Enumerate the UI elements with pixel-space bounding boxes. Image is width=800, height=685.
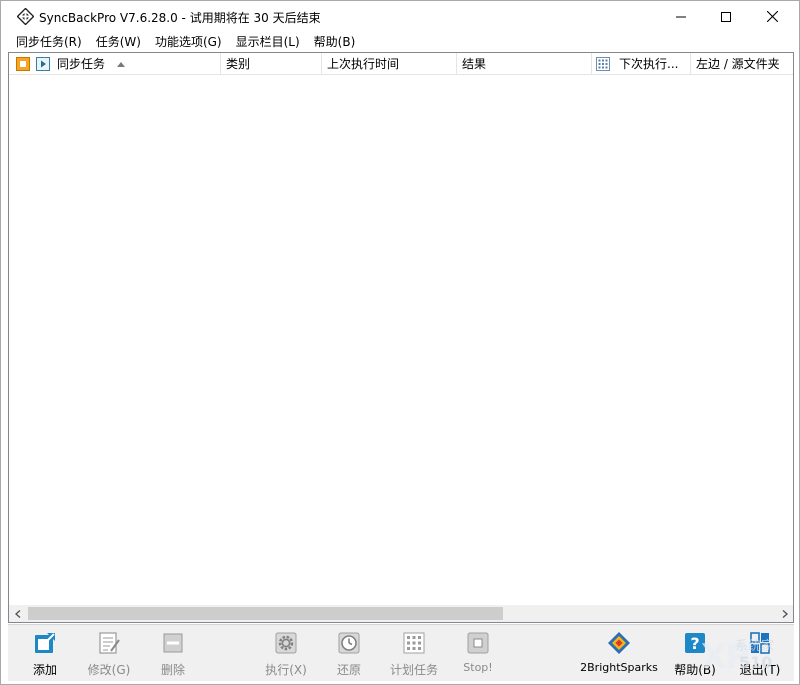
run-label: 执行(X) bbox=[265, 663, 307, 677]
brightsparks-label: 2BrightSparks bbox=[580, 661, 658, 674]
column-result-label: 结果 bbox=[462, 57, 487, 71]
help-button[interactable]: ? 帮助(B) bbox=[673, 629, 717, 679]
column-header-type[interactable]: 类别 bbox=[221, 53, 322, 75]
add-label: 添加 bbox=[32, 663, 57, 677]
column-header-source[interactable]: 左边 / 源文件夹 bbox=[691, 53, 793, 75]
menu-sync-profile[interactable]: 同步任务(R) bbox=[9, 32, 89, 52]
play-icon bbox=[36, 57, 50, 71]
run-button[interactable]: 执行(X) bbox=[263, 629, 309, 679]
menu-options[interactable]: 功能选项(G) bbox=[148, 32, 229, 52]
menu-help[interactable]: 帮助(B) bbox=[307, 32, 363, 52]
delete-label: 删除 bbox=[160, 663, 185, 677]
minimize-icon bbox=[676, 16, 686, 17]
restore-clock-icon bbox=[338, 632, 360, 654]
column-header-last-run[interactable]: 上次执行时间 bbox=[322, 53, 457, 75]
scroll-right-button[interactable] bbox=[776, 605, 793, 622]
column-header-profile[interactable]: 同步任务 bbox=[9, 53, 221, 75]
column-header-result[interactable]: 结果 bbox=[457, 53, 592, 75]
column-source-label: 左边 / 源文件夹 bbox=[696, 57, 780, 71]
add-icon bbox=[35, 633, 55, 653]
bottom-toolbar: 添加 修改(G) 删除 执行(X) 还原 计划任务 Stop! 2BrightS… bbox=[8, 624, 794, 681]
close-button[interactable] bbox=[749, 1, 795, 32]
help-icon: ? bbox=[685, 633, 705, 653]
maximize-button[interactable] bbox=[703, 1, 749, 32]
scroll-thumb[interactable] bbox=[28, 607, 503, 620]
help-label: 帮助(B) bbox=[674, 663, 716, 677]
menu-bar: 同步任务(R) 任务(W) 功能选项(G) 显示栏目(L) 帮助(B) bbox=[1, 32, 799, 52]
restore-label: 还原 bbox=[336, 663, 361, 677]
exit-icon bbox=[750, 632, 770, 654]
modify-label: 修改(G) bbox=[87, 663, 131, 677]
list-body[interactable] bbox=[9, 75, 793, 605]
column-type-label: 类别 bbox=[226, 57, 251, 71]
schedule-label: 计划任务 bbox=[389, 663, 438, 677]
stop-icon bbox=[467, 632, 489, 654]
schedule-button[interactable]: 计划任务 bbox=[386, 629, 442, 679]
orange-stop-icon bbox=[16, 57, 30, 71]
minimize-button[interactable] bbox=[658, 1, 704, 32]
delete-button[interactable]: 删除 bbox=[158, 629, 188, 679]
syncback-logo-icon bbox=[17, 8, 34, 25]
add-button[interactable]: 添加 bbox=[28, 629, 62, 679]
gear-icon bbox=[275, 632, 297, 654]
profile-list[interactable]: 同步任务 类别 上次执行时间 结果 下次执行... 左边 / 源文件夹 bbox=[8, 52, 794, 623]
column-next-run-label: 下次执行... bbox=[619, 57, 679, 71]
app-window: SyncBackPro V7.6.28.0 - 试用期将在 30 天后结束 同步… bbox=[0, 0, 800, 685]
delete-icon bbox=[163, 633, 183, 653]
brightsparks-button[interactable]: 2BrightSparks bbox=[579, 629, 659, 679]
maximize-icon bbox=[721, 11, 731, 22]
modify-button[interactable]: 修改(G) bbox=[86, 629, 132, 679]
title-bar[interactable]: SyncBackPro V7.6.28.0 - 试用期将在 30 天后结束 bbox=[1, 1, 799, 32]
chevron-left-icon bbox=[14, 609, 20, 618]
stop-button[interactable]: Stop! bbox=[461, 629, 495, 679]
svg-text:?: ? bbox=[690, 634, 699, 653]
list-header: 同步任务 类别 上次执行时间 结果 下次执行... 左边 / 源文件夹 bbox=[9, 53, 793, 75]
schedule-grid-icon bbox=[596, 57, 610, 71]
column-profile-label: 同步任务 bbox=[57, 57, 106, 71]
calendar-grid-icon bbox=[403, 632, 425, 654]
column-header-next-run[interactable]: 下次执行... bbox=[592, 53, 691, 75]
sort-ascending-icon bbox=[117, 62, 125, 67]
scroll-left-button[interactable] bbox=[9, 605, 26, 622]
window-title: SyncBackPro V7.6.28.0 - 试用期将在 30 天后结束 bbox=[39, 11, 321, 25]
horizontal-scrollbar[interactable] bbox=[9, 605, 793, 622]
stop-label: Stop! bbox=[463, 661, 493, 674]
edit-list-icon bbox=[99, 632, 120, 654]
menu-columns[interactable]: 显示栏目(L) bbox=[229, 32, 307, 52]
exit-label: 退出(T) bbox=[739, 663, 781, 677]
close-icon bbox=[766, 11, 778, 22]
chevron-right-icon bbox=[782, 609, 788, 618]
restore-button[interactable]: 还原 bbox=[334, 629, 364, 679]
menu-task[interactable]: 任务(W) bbox=[89, 32, 148, 52]
brightsparks-logo-icon bbox=[608, 632, 630, 654]
exit-button[interactable]: 退出(T) bbox=[738, 629, 782, 679]
column-last-run-label: 上次执行时间 bbox=[327, 57, 400, 71]
